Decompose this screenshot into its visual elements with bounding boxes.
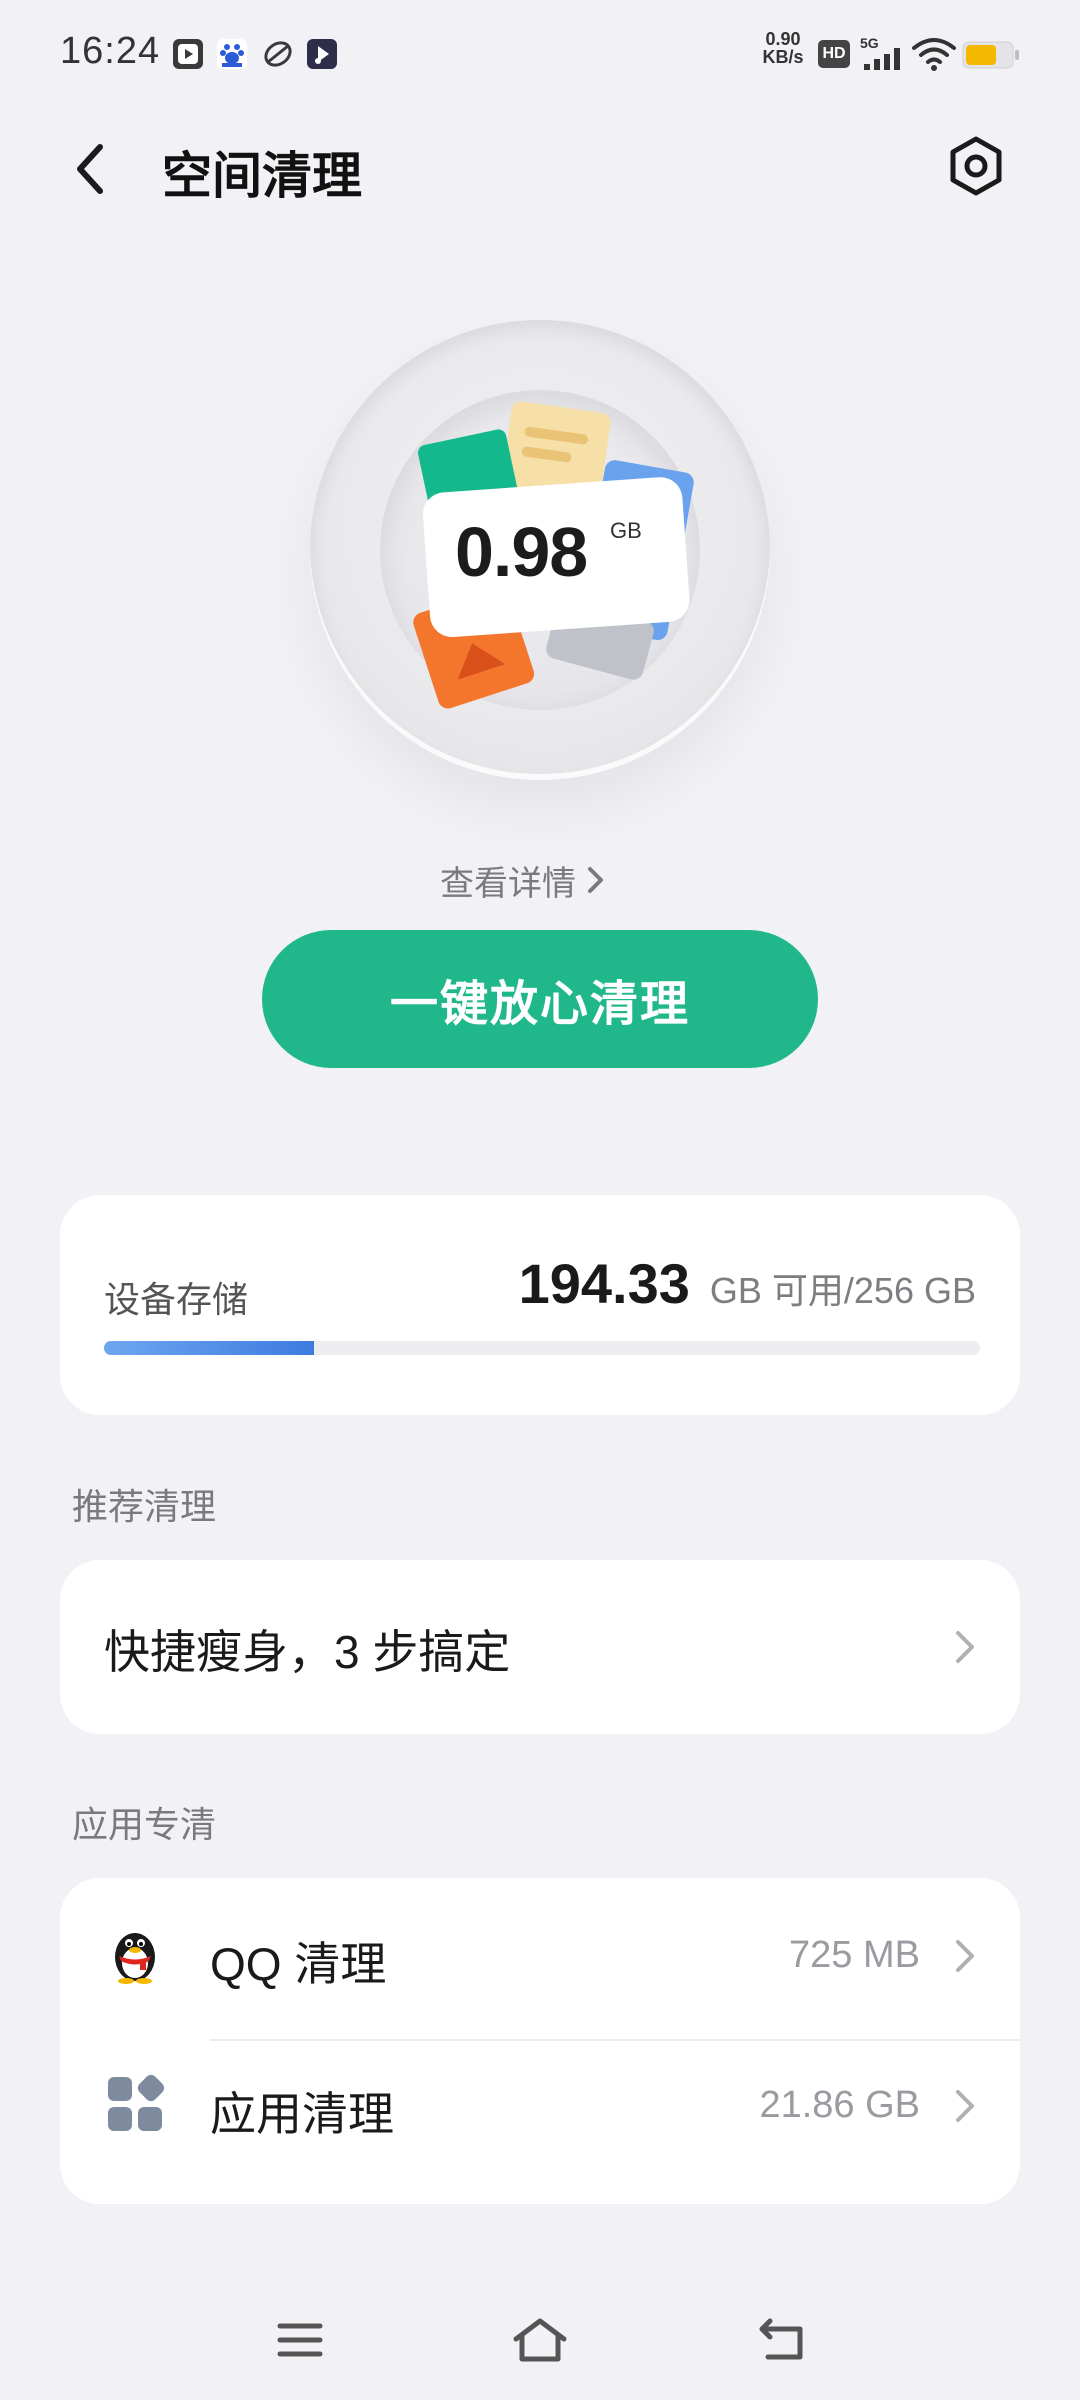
qq-penguin-icon	[115, 1933, 155, 1984]
chevron-right-icon	[956, 2090, 974, 2122]
baidu-app-icon	[217, 39, 247, 69]
svg-text:5G: 5G	[860, 35, 879, 51]
network-speed-unit: KB/s	[762, 47, 804, 67]
page-title: 空间清理	[162, 148, 362, 204]
storage-values: 194.33 GB 可用/256 GB	[519, 1251, 976, 1316]
junk-size-value: 0.98	[455, 513, 588, 591]
view-details-link[interactable]: 查看详情	[440, 855, 606, 905]
junk-size-unit: GB	[610, 518, 642, 543]
battery-icon	[962, 41, 1019, 69]
device-storage-card[interactable]: 设备存储 194.33 GB 可用/256 GB	[60, 1195, 1020, 1415]
home-icon	[513, 2318, 567, 2362]
app-clean-size: 21.86 GB	[759, 2084, 920, 2126]
back-button[interactable]	[60, 134, 120, 204]
browser-app-icon	[264, 41, 292, 67]
chevron-right-icon	[588, 867, 603, 893]
video-app-icon	[173, 39, 203, 69]
back-arrow-icon	[77, 144, 103, 194]
storage-available: 194.33	[518, 1252, 690, 1315]
view-details-label: 查看详情	[440, 864, 576, 903]
quick-slim-card[interactable]: 快捷瘦身，3 步搞定	[60, 1560, 1020, 1734]
network-speed-value: 0.90	[765, 29, 801, 49]
chevron-right-icon	[956, 1631, 974, 1663]
one-click-clean-button[interactable]: 一键放心清理	[262, 930, 818, 1068]
storage-progress-bar	[104, 1341, 980, 1355]
app-clean-row[interactable]: 应用清理 21.86 GB	[60, 2028, 1020, 2178]
gear-icon	[950, 136, 1002, 196]
qq-clean-size: 725 MB	[789, 1934, 920, 1976]
qq-clean-label: QQ 清理	[210, 1938, 387, 1990]
page-header: 空间清理	[0, 110, 1080, 230]
app-clean-card: QQ 清理 725 MB 应用清理 21.86 GB	[60, 1878, 1020, 2204]
quick-slim-label: 快捷瘦身，3 步搞定	[104, 1626, 511, 1678]
qq-clean-row[interactable]: QQ 清理 725 MB	[60, 1878, 1020, 2028]
chevron-right-icon	[956, 1940, 974, 1972]
back-nav-button[interactable]	[752, 2310, 812, 2370]
space-cleanup-screen: 16:24 0.90 KB/s HD 5G 空间清理 0.98 GB 查看详情 …	[0, 0, 1080, 2400]
settings-button[interactable]	[940, 130, 1012, 202]
home-button[interactable]	[510, 2310, 570, 2370]
storage-unit-total: GB 可用/256 GB	[709, 1270, 976, 1311]
apps-grid-icon	[108, 2074, 165, 2131]
signal-5g-icon: 5G	[860, 35, 900, 70]
status-bar: 16:24 0.90 KB/s HD 5G	[0, 0, 1080, 110]
system-nav-bar	[0, 2280, 1080, 2400]
app-clean-section-label: 应用专清	[72, 1804, 217, 1845]
storage-progress-fill	[104, 1341, 315, 1355]
menu-lines-icon	[277, 2323, 323, 2357]
status-time: 16:24	[60, 30, 161, 72]
music-app-icon	[307, 39, 337, 69]
storage-label: 设备存储	[104, 1279, 249, 1320]
recommend-section-label: 推荐清理	[72, 1486, 217, 1527]
wifi-icon	[912, 38, 956, 71]
hd-badge: HD	[818, 40, 850, 68]
recents-button[interactable]	[270, 2310, 330, 2370]
app-clean-label: 应用清理	[210, 2088, 394, 2140]
back-return-icon	[759, 2318, 803, 2360]
junk-summary-graphic[interactable]: 0.98 GB	[310, 320, 770, 780]
network-speed: 0.90 KB/s	[758, 30, 808, 66]
